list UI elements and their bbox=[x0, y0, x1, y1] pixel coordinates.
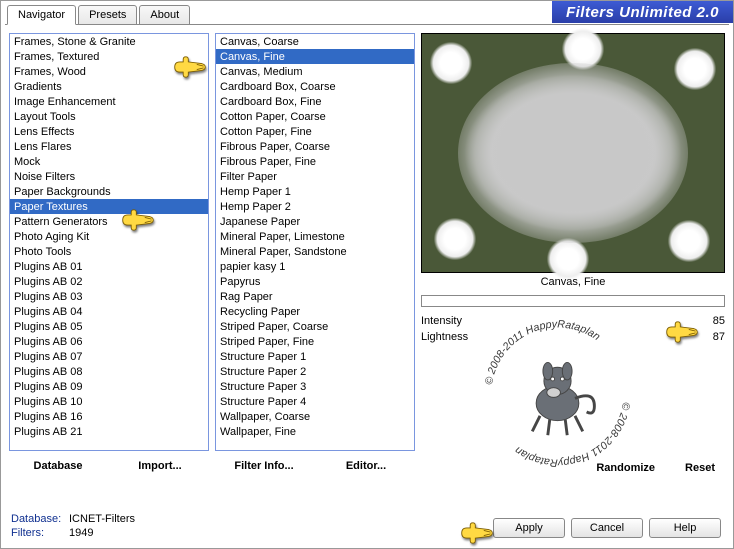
list-item[interactable]: Noise Filters bbox=[10, 169, 208, 184]
tab-navigator[interactable]: Navigator bbox=[7, 5, 76, 25]
list-item[interactable]: Mineral Paper, Limestone bbox=[216, 229, 414, 244]
list-item[interactable]: Plugins AB 21 bbox=[10, 424, 208, 439]
app-title: Filters Unlimited 2.0 bbox=[552, 1, 733, 23]
randomize-button[interactable]: Randomize bbox=[596, 459, 655, 477]
editor-button[interactable]: Editor... bbox=[317, 457, 415, 477]
tab-about[interactable]: About bbox=[139, 5, 190, 25]
list-item[interactable]: Image Enhancement bbox=[10, 94, 208, 109]
param-panel: © 2008-2011 HappyRataplan © 2008-2011 Ha… bbox=[421, 315, 725, 453]
list-item[interactable]: Structure Paper 2 bbox=[216, 364, 414, 379]
list-item[interactable]: Photo Tools bbox=[10, 244, 208, 259]
list-item[interactable]: Fibrous Paper, Fine bbox=[216, 154, 414, 169]
list-item[interactable]: Wallpaper, Fine bbox=[216, 424, 414, 439]
import-button[interactable]: Import... bbox=[111, 457, 209, 477]
list-item[interactable]: Frames, Wood bbox=[10, 64, 208, 79]
list-item[interactable]: Mock bbox=[10, 154, 208, 169]
list-item[interactable]: Paper Textures bbox=[10, 199, 208, 214]
list-item[interactable]: Canvas, Medium bbox=[216, 64, 414, 79]
filter-info-button[interactable]: Filter Info... bbox=[215, 457, 313, 477]
list-item[interactable]: Plugins AB 02 bbox=[10, 274, 208, 289]
list-item[interactable]: Frames, Textured bbox=[10, 49, 208, 64]
list-item[interactable]: Structure Paper 4 bbox=[216, 394, 414, 409]
list-item[interactable]: Japanese Paper bbox=[216, 214, 414, 229]
list-item[interactable]: Striped Paper, Coarse bbox=[216, 319, 414, 334]
status-db-value: ICNET-Filters bbox=[69, 512, 135, 526]
status-area: Database:ICNET-Filters Filters:1949 bbox=[11, 512, 135, 540]
status-db-label: Database: bbox=[11, 512, 69, 526]
list-item[interactable]: papier kasy 1 bbox=[216, 259, 414, 274]
list-item[interactable]: Layout Tools bbox=[10, 109, 208, 124]
list-item[interactable]: Cardboard Box, Fine bbox=[216, 94, 414, 109]
status-filters-value: 1949 bbox=[69, 526, 93, 540]
param-label-intensity: Intensity bbox=[421, 315, 481, 327]
list-item[interactable]: Hemp Paper 2 bbox=[216, 199, 414, 214]
list-item[interactable]: Lens Flares bbox=[10, 139, 208, 154]
list-item[interactable]: Plugins AB 10 bbox=[10, 394, 208, 409]
filter-list[interactable]: Canvas, CoarseCanvas, FineCanvas, Medium… bbox=[215, 33, 415, 451]
list-item[interactable]: Frames, Stone & Granite bbox=[10, 34, 208, 49]
list-item[interactable]: Structure Paper 1 bbox=[216, 349, 414, 364]
list-item[interactable]: Filter Paper bbox=[216, 169, 414, 184]
intensity-value: 85 bbox=[701, 315, 725, 327]
list-item[interactable]: Lens Effects bbox=[10, 124, 208, 139]
list-item[interactable]: Structure Paper 3 bbox=[216, 379, 414, 394]
header: Navigator Presets About Filters Unlimite… bbox=[1, 1, 733, 25]
list-item[interactable]: Plugins AB 04 bbox=[10, 304, 208, 319]
list-item[interactable]: Striped Paper, Fine bbox=[216, 334, 414, 349]
progress-bar bbox=[421, 295, 725, 307]
list-item[interactable]: Gradients bbox=[10, 79, 208, 94]
list-item[interactable]: Cardboard Box, Coarse bbox=[216, 79, 414, 94]
help-button[interactable]: Help bbox=[649, 518, 721, 538]
list-item[interactable]: Paper Backgrounds bbox=[10, 184, 208, 199]
list-item[interactable]: Hemp Paper 1 bbox=[216, 184, 414, 199]
list-item[interactable]: Canvas, Coarse bbox=[216, 34, 414, 49]
list-item[interactable]: Wallpaper, Coarse bbox=[216, 409, 414, 424]
list-item[interactable]: Fibrous Paper, Coarse bbox=[216, 139, 414, 154]
param-label-lightness: Lightness bbox=[421, 331, 481, 343]
category-list[interactable]: Frames, Stone & GraniteFrames, TexturedF… bbox=[9, 33, 209, 451]
svg-text:© 2008-2011 HappyRataplan: © 2008-2011 HappyRataplan bbox=[483, 318, 602, 385]
list-item[interactable]: Rag Paper bbox=[216, 289, 414, 304]
list-item[interactable]: Canvas, Fine bbox=[216, 49, 414, 64]
list-item[interactable]: Plugins AB 09 bbox=[10, 379, 208, 394]
database-button[interactable]: Database bbox=[9, 457, 107, 477]
list-item[interactable]: Plugins AB 16 bbox=[10, 409, 208, 424]
list-item[interactable]: Plugins AB 03 bbox=[10, 289, 208, 304]
cancel-button[interactable]: Cancel bbox=[571, 518, 643, 538]
list-item[interactable]: Cotton Paper, Coarse bbox=[216, 109, 414, 124]
status-filters-label: Filters: bbox=[11, 526, 69, 540]
preview-image bbox=[421, 33, 725, 273]
tab-strip: Navigator Presets About bbox=[7, 5, 192, 25]
apply-button[interactable]: Apply bbox=[493, 518, 565, 538]
list-item[interactable]: Recycling Paper bbox=[216, 304, 414, 319]
list-item[interactable]: Plugins AB 07 bbox=[10, 349, 208, 364]
list-item[interactable]: Plugins AB 08 bbox=[10, 364, 208, 379]
lightness-value: 87 bbox=[701, 331, 725, 343]
list-item[interactable]: Cotton Paper, Fine bbox=[216, 124, 414, 139]
list-item[interactable]: Mineral Paper, Sandstone bbox=[216, 244, 414, 259]
list-item[interactable]: Pattern Generators bbox=[10, 214, 208, 229]
list-item[interactable]: Photo Aging Kit bbox=[10, 229, 208, 244]
tab-presets[interactable]: Presets bbox=[78, 5, 137, 25]
list-item[interactable]: Plugins AB 06 bbox=[10, 334, 208, 349]
list-item[interactable]: Plugins AB 05 bbox=[10, 319, 208, 334]
reset-button[interactable]: Reset bbox=[685, 459, 715, 477]
list-item[interactable]: Plugins AB 01 bbox=[10, 259, 208, 274]
list-item[interactable]: Papyrus bbox=[216, 274, 414, 289]
